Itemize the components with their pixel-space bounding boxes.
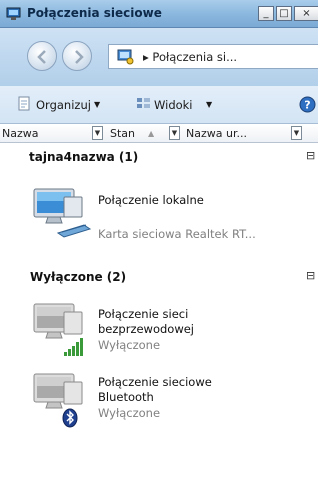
organize-dropdown-arrow[interactable]: ▼ [94,100,100,109]
minimize-button[interactable]: _ [258,6,274,21]
item-detail: Wyłączone [98,338,161,352]
item-name-line1: Połączenie sieci [98,307,189,321]
group-header[interactable]: Wyłączone (2) [30,270,126,284]
address-bar: ▸ Połączenia si... [0,28,318,86]
item-name: Połączenie lokalne [98,193,204,207]
sort-ascending-icon: ▲ [148,129,155,138]
views-button[interactable]: Widoki [154,98,193,112]
svg-text:?: ? [304,99,310,112]
item-detail: Karta sieciowa Realtek RT... [98,227,256,241]
window-title: Połączenia sieciowe [27,6,162,20]
views-dropdown-arrow[interactable]: ▼ [206,100,212,109]
control-panel-icon [117,49,134,65]
column-headers: Nazwa ▼ Stan ▲ ▼ Nazwa ur... ▼ [0,124,318,143]
back-button[interactable] [27,41,57,71]
collapse-icon[interactable]: ⊟ [306,269,315,282]
item-name-line2: Bluetooth [98,390,154,404]
maximize-button[interactable]: □ [276,6,292,21]
help-icon[interactable]: ? [299,96,316,113]
organize-button[interactable]: Organizuj [36,98,91,112]
command-toolbar: Organizuj ▼ Widoki ▼ ? [0,86,318,124]
collapse-icon[interactable]: ⊟ [306,149,315,162]
address-path: ▸ Połączenia si... [143,50,238,64]
item-detail: Wyłączone [98,406,161,420]
column-status-filter[interactable]: ▼ [169,126,180,140]
network-computer-icon [33,188,92,238]
item-name-line1: Połączenie sieciowe [98,375,212,389]
item-name-line2: bezprzewodowej [98,322,195,336]
column-name-filter[interactable]: ▼ [92,126,103,140]
organize-icon [18,96,30,111]
forward-arrow-icon [75,50,84,64]
network-connections-icon [6,7,21,20]
column-status[interactable]: Stan [110,127,135,140]
group-header[interactable]: tajna4nazwa (1) [29,150,138,164]
wireless-computer-icon [33,303,83,356]
forward-button[interactable] [62,41,92,71]
title-bar: Połączenia sieciowe _ □ × [0,0,318,28]
bluetooth-computer-icon [33,373,83,428]
address-field[interactable]: ▸ Połączenia si... [108,44,318,69]
back-arrow-icon [37,50,46,64]
close-button[interactable]: × [294,6,318,21]
column-name[interactable]: Nazwa [2,127,38,140]
column-device-filter[interactable]: ▼ [291,126,302,140]
column-device[interactable]: Nazwa ur... [186,127,247,140]
views-icon [137,98,150,108]
